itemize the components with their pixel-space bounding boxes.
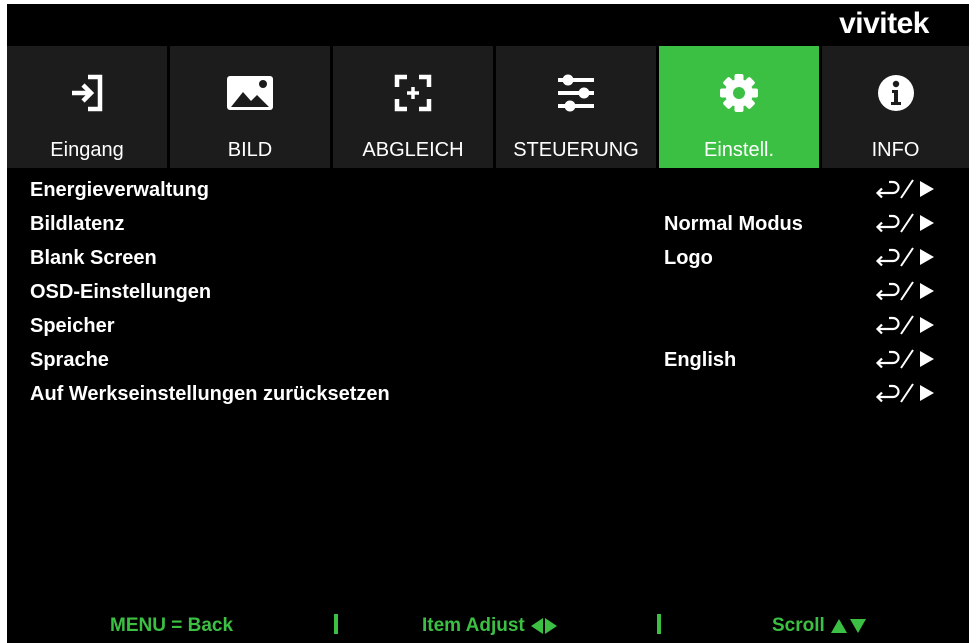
input-icon [7, 70, 167, 116]
image-icon [170, 70, 330, 116]
menu-item-sprache[interactable]: Sprache English [7, 342, 969, 376]
tab-label: INFO [871, 139, 920, 161]
menu-item-value: English [664, 349, 737, 371]
tab-label: ABGLEICH [362, 139, 464, 161]
arrow-down-icon [849, 619, 866, 633]
tab-label: STEUERUNG [513, 139, 639, 161]
menu-item-value: Normal Modus [664, 213, 803, 235]
item-adjust-hint-text: Item Adjust [422, 615, 525, 636]
enter-right-icon[interactable] [873, 278, 943, 304]
brand-bar: vivitek [7, 4, 969, 46]
menu-item-label: Bildlatenz [30, 213, 125, 235]
tab-row: Eingang BILD ABGLEICH STEUERUNG Einstell… [7, 46, 969, 168]
menu-item-label: OSD-Einstellungen [30, 281, 212, 303]
menu-item-value: Logo [664, 247, 713, 269]
divider [334, 614, 338, 634]
tab-info[interactable]: INFO [822, 46, 969, 168]
enter-right-icon[interactable] [873, 346, 943, 372]
tab-label: Eingang [50, 139, 124, 161]
arrow-left-icon [530, 618, 543, 634]
brand-logo: vivitek [839, 7, 929, 40]
arrow-right-icon [544, 618, 557, 634]
menu-back-hint: MENU = Back [110, 615, 233, 637]
menu-item-factory-reset[interactable]: Auf Werkseinstellungen zurücksetzen [7, 376, 969, 410]
item-adjust-hint: Item Adjust [422, 615, 557, 637]
menu-item-label: Energieverwaltung [30, 179, 209, 201]
tab-einstell[interactable]: Einstell. [659, 46, 819, 168]
scroll-hint: Scroll [772, 615, 866, 637]
enter-right-icon[interactable] [873, 176, 943, 202]
menu-item-energieverwaltung[interactable]: Energieverwaltung [7, 172, 969, 206]
menu-item-label: Blank Screen [30, 247, 157, 269]
footer-hint-bar: MENU = Back Item Adjust Scroll [7, 606, 969, 643]
tab-steuerung[interactable]: STEUERUNG [496, 46, 656, 168]
tab-abgleich[interactable]: ABGLEICH [333, 46, 493, 168]
enter-right-icon[interactable] [873, 380, 943, 406]
menu-item-label: Speicher [30, 315, 115, 337]
menu-item-speicher[interactable]: Speicher [7, 308, 969, 342]
info-icon [822, 70, 969, 116]
enter-right-icon[interactable] [873, 210, 943, 236]
tab-bild[interactable]: BILD [170, 46, 330, 168]
menu-item-blank-screen[interactable]: Blank Screen Logo [7, 240, 969, 274]
settings-menu-list: Energieverwaltung Bildlatenz Normal Modu… [7, 168, 969, 606]
menu-item-osd-einstellungen[interactable]: OSD-Einstellungen [7, 274, 969, 308]
menu-back-hint-text: MENU = Back [110, 615, 234, 636]
menu-item-label: Auf Werkseinstellungen zurücksetzen [30, 383, 390, 405]
osd-menu: vivitek Eingang BILD ABGLEICH STEUERUNG … [7, 4, 969, 643]
alignment-icon [333, 70, 493, 116]
tab-label: Einstell. [703, 139, 775, 161]
tab-eingang[interactable]: Eingang [7, 46, 167, 168]
arrow-up-icon [830, 619, 847, 633]
sliders-icon [496, 70, 656, 116]
tab-label: BILD [227, 139, 273, 161]
scroll-hint-text: Scroll [772, 615, 825, 636]
menu-item-label: Sprache [30, 349, 109, 371]
divider [657, 614, 661, 634]
enter-right-icon[interactable] [873, 244, 943, 270]
gear-icon [659, 70, 819, 116]
menu-item-bildlatenz[interactable]: Bildlatenz Normal Modus [7, 206, 969, 240]
enter-right-icon[interactable] [873, 312, 943, 338]
